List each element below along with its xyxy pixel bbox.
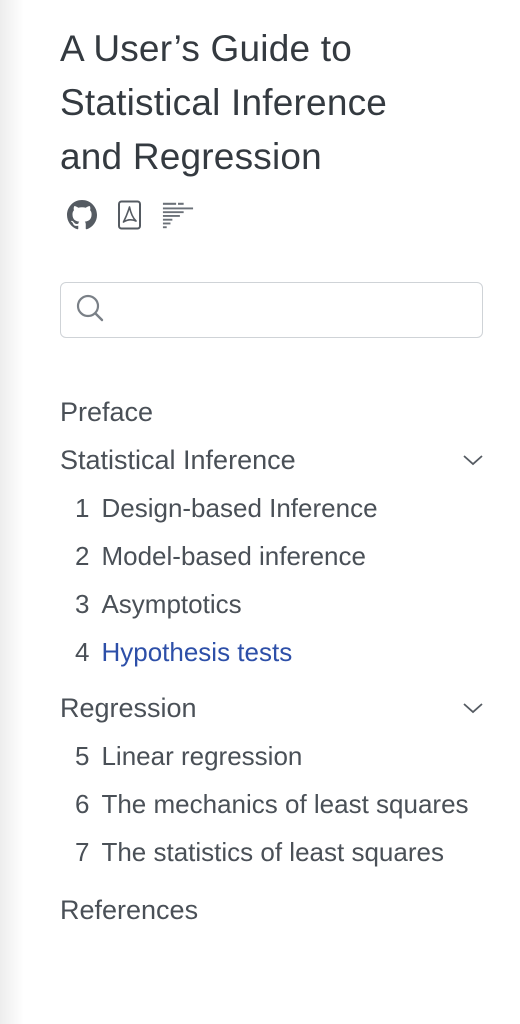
nav-section-chapters: 1 Design-based Inference 2 Model-based inf…	[60, 484, 485, 676]
sidebar-tools	[60, 198, 485, 232]
chapter-number: 5	[75, 741, 90, 771]
github-icon[interactable]	[66, 199, 98, 231]
chapter-number: 4	[75, 637, 90, 667]
chapter-label: The statistics of least squares	[101, 837, 444, 867]
chapter-link-3[interactable]: 3 Asymptotics	[75, 580, 475, 628]
chapter-label: Hypothesis tests	[101, 637, 293, 667]
search-box[interactable]	[60, 282, 483, 338]
sidebar: A User’s Guide to Statistical Inference …	[60, 22, 485, 934]
chevron-down-icon[interactable]	[461, 696, 485, 720]
chapter-link-5[interactable]: 5 Linear regression	[75, 732, 475, 780]
chapter-link-1[interactable]: 1 Design-based Inference	[75, 484, 475, 532]
chapter-link-6[interactable]: 6 The mechanics of least squares	[75, 780, 475, 828]
nav-section-statistical-inference[interactable]: Statistical Inference	[60, 436, 485, 484]
chapter-number: 7	[75, 837, 90, 867]
nav-section-label: Regression	[60, 693, 197, 723]
chapter-label: The mechanics of least squares	[101, 789, 469, 819]
pdf-icon[interactable]	[114, 199, 146, 231]
chapter-nav: Preface Statistical Inference 1 Design-ba…	[60, 388, 485, 934]
chapter-link-7[interactable]: 7 The statistics of least squares	[75, 828, 475, 876]
book-title-line: Statistical Inference	[60, 82, 388, 123]
nav-item-preface[interactable]: Preface	[60, 388, 485, 436]
chapter-label: Asymptotics	[101, 589, 242, 619]
nav-item-references[interactable]: References	[60, 886, 485, 934]
toc-icon[interactable]	[162, 199, 194, 231]
chapter-number: 3	[75, 589, 90, 619]
chapter-number: 2	[75, 541, 90, 571]
chapter-label: Design-based Inference	[101, 493, 378, 523]
nav-item-label: References	[60, 895, 199, 925]
chapter-label: Model-based inference	[101, 541, 366, 571]
search-icon[interactable]	[75, 293, 105, 328]
nav-section-chapters: 5 Linear regression 6 The mechanics of lea…	[60, 732, 485, 876]
chapter-number: 1	[75, 493, 90, 523]
chapter-number: 6	[75, 789, 90, 819]
chevron-down-icon[interactable]	[461, 448, 485, 472]
nav-section-regression[interactable]: Regression	[60, 684, 485, 732]
book-title-line: A User’s Guide to	[60, 28, 353, 69]
chapter-link-4-active[interactable]: 4 Hypothesis tests	[75, 628, 475, 676]
book-title-line: and Regression	[60, 136, 322, 177]
book-title[interactable]: A User’s Guide to Statistical Inference …	[60, 22, 485, 184]
nav-section-label: Statistical Inference	[60, 445, 296, 475]
chapter-label: Linear regression	[101, 741, 303, 771]
nav-item-label: Preface	[60, 397, 154, 427]
search-input[interactable]	[113, 289, 482, 331]
sidebar-edge-shadow	[0, 0, 24, 1024]
chapter-link-2[interactable]: 2 Model-based inference	[75, 532, 475, 580]
